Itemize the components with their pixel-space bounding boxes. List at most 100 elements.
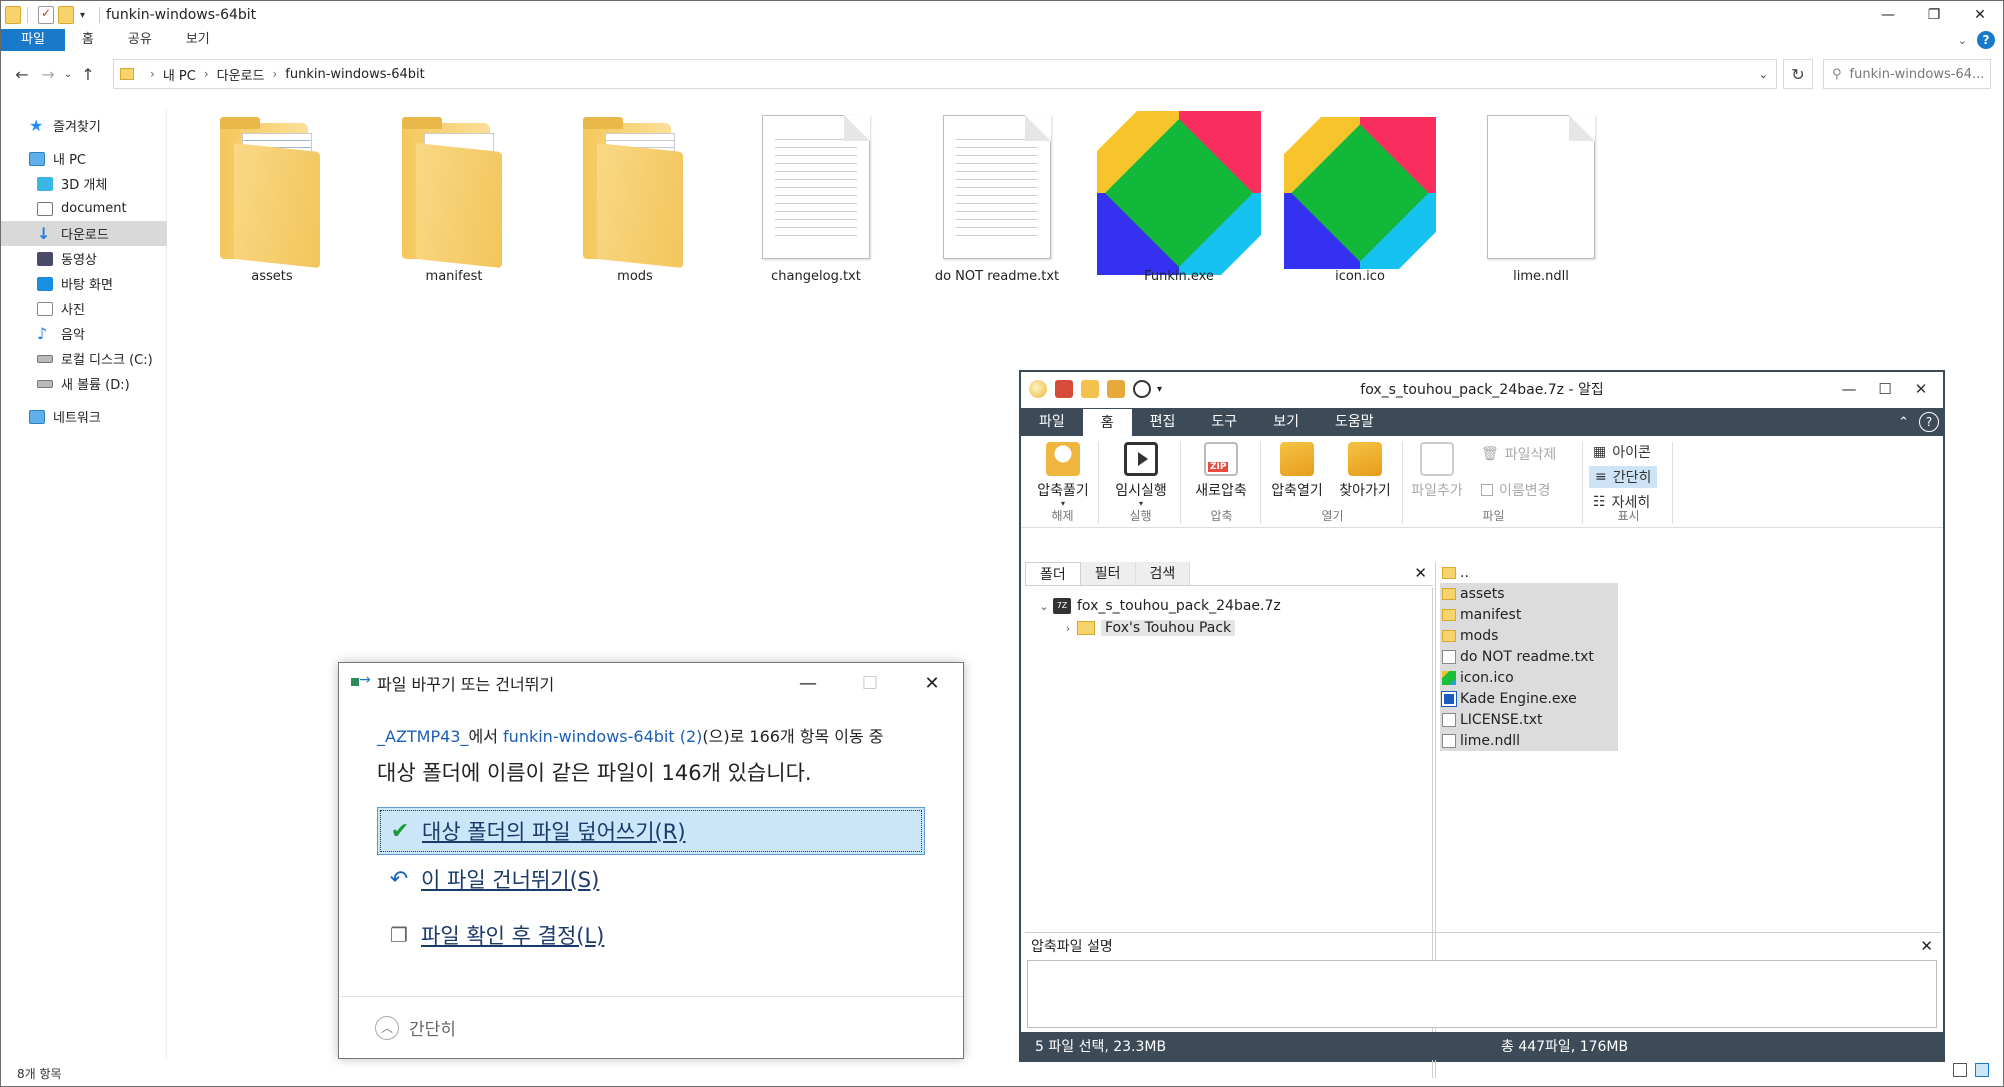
nav-item-favorites[interactable]: ★ 즐겨찾기 xyxy=(1,113,167,138)
zip-icon[interactable] xyxy=(1055,380,1073,398)
file-item-folder[interactable]: manifest xyxy=(370,111,538,291)
list-item[interactable]: lime.ndll xyxy=(1440,730,1618,751)
nav-item-music[interactable]: ♪ 음악 xyxy=(1,321,167,346)
back-button[interactable]: ← xyxy=(9,65,35,84)
list-item[interactable]: do NOT readme.txt xyxy=(1440,646,1618,667)
chevron-right-icon[interactable]: › xyxy=(1059,622,1077,635)
recent-locations-icon[interactable]: ⌄ xyxy=(61,69,75,80)
search-input[interactable]: ⚲ funkin-windows-64... xyxy=(1823,59,1991,89)
large-icons-view-icon[interactable] xyxy=(1975,1063,1989,1077)
temp-run-button[interactable]: 임시실행 ▾ xyxy=(1109,442,1173,508)
archive-description-textarea[interactable] xyxy=(1027,960,1937,1028)
tab-share[interactable]: 공유 xyxy=(111,29,169,51)
nav-item-videos[interactable]: 동영상 xyxy=(1,246,167,271)
restore-button[interactable]: ❐ xyxy=(1911,1,1957,29)
close-icon[interactable]: ✕ xyxy=(1920,937,1933,955)
maximize-button[interactable]: ☐ xyxy=(839,663,901,703)
file-item-ico[interactable]: icon.ico xyxy=(1276,111,1444,291)
properties-icon[interactable] xyxy=(38,6,54,24)
forward-button[interactable]: → xyxy=(35,65,61,84)
file-item-folder[interactable]: assets xyxy=(188,111,356,291)
minimize-button[interactable]: — xyxy=(1831,372,1867,406)
file-item-text[interactable]: do NOT readme.txt xyxy=(913,111,1081,291)
view-icon-button[interactable]: ▦ 아이콘 xyxy=(1593,442,1651,462)
file-item-text[interactable]: changelog.txt xyxy=(732,111,900,291)
close-button[interactable]: ✕ xyxy=(901,663,963,703)
help-icon[interactable]: ? xyxy=(1977,31,1995,49)
tab-edit[interactable]: 편집 xyxy=(1132,408,1194,436)
folder-open-icon[interactable] xyxy=(1081,380,1099,398)
address-dropdown-icon[interactable]: ⌄ xyxy=(1759,68,1768,81)
minimize-button[interactable]: — xyxy=(1865,1,1911,29)
list-item[interactable]: icon.ico xyxy=(1440,667,1618,688)
list-item[interactable]: Kade Engine.exe xyxy=(1440,688,1618,709)
nav-item-network[interactable]: 네트워크 xyxy=(1,404,167,429)
tab-view[interactable]: 보기 xyxy=(1255,408,1317,436)
file-item-folder[interactable]: mods xyxy=(551,111,719,291)
tab-home[interactable]: 홈 xyxy=(65,29,111,51)
tab-tools[interactable]: 도구 xyxy=(1193,408,1255,436)
delete-file-button[interactable]: 🗑 파일삭제 xyxy=(1481,444,1556,464)
tab-folder[interactable]: 폴더 xyxy=(1025,562,1081,585)
close-button[interactable]: ✕ xyxy=(1957,1,2003,29)
tab-view[interactable]: 보기 xyxy=(169,29,227,51)
go-to-button[interactable]: 찾아가기 xyxy=(1333,442,1397,500)
nav-item-document[interactable]: document xyxy=(1,196,167,221)
close-button[interactable]: ✕ xyxy=(1903,372,1939,406)
list-item[interactable]: .. xyxy=(1440,562,1618,583)
up-button[interactable]: ↑ xyxy=(75,65,101,84)
file-item-blank[interactable]: lime.ndll xyxy=(1457,111,1625,291)
collapse-ribbon-icon[interactable]: ⌃ xyxy=(1898,415,1909,430)
fewer-details-button[interactable]: ︿ 간단히 xyxy=(339,996,963,1058)
details-view-icon[interactable] xyxy=(1953,1063,1967,1077)
rename-button[interactable]: 이름변경 xyxy=(1481,480,1551,500)
extract-icon[interactable] xyxy=(1107,380,1125,398)
view-simple-button[interactable]: ≡ 간단히 xyxy=(1589,466,1658,488)
help-icon[interactable]: ? xyxy=(1919,412,1939,432)
file-item-exe[interactable]: Funkin.exe xyxy=(1095,111,1263,291)
breadcrumb-current-folder[interactable]: funkin-windows-64bit xyxy=(285,67,424,82)
tab-file[interactable]: 파일 xyxy=(1,29,65,51)
tab-filter[interactable]: 필터 xyxy=(1080,562,1136,585)
list-item[interactable]: LICENSE.txt xyxy=(1440,709,1618,730)
tab-search[interactable]: 검색 xyxy=(1135,562,1191,585)
play-icon[interactable] xyxy=(1133,380,1151,398)
tree-node-folder[interactable]: › Fox's Touhou Pack xyxy=(1059,620,1236,636)
new-folder-icon[interactable] xyxy=(58,6,74,24)
tree-node-archive[interactable]: ⌄ 7Z fox_s_touhou_pack_24bae.7z xyxy=(1035,598,1281,614)
close-pane-icon[interactable]: ✕ xyxy=(1414,564,1427,582)
replace-files-option[interactable]: ✔ 대상 폴더의 파일 덮어쓰기(R) xyxy=(377,807,925,855)
tab-home[interactable]: 홈 xyxy=(1082,408,1132,436)
destination-folder-link[interactable]: funkin-windows-64bit (2) xyxy=(503,727,702,746)
address-bar[interactable]: › 내 PC › 다운로드 › funkin-windows-64bit ⌄ xyxy=(113,59,1777,89)
chevron-down-icon[interactable]: ⌄ xyxy=(1035,600,1053,613)
extract-button[interactable]: 압축풀기 ▾ xyxy=(1031,442,1095,508)
tab-help[interactable]: 도움말 xyxy=(1317,408,1392,436)
tab-file[interactable]: 파일 xyxy=(1021,408,1083,436)
skip-files-option[interactable]: ↶ 이 파일 건너뛰기(S) xyxy=(377,855,925,903)
minimize-button[interactable]: — xyxy=(777,663,839,703)
refresh-button[interactable]: ↻ xyxy=(1783,59,1813,89)
maximize-button[interactable]: ☐ xyxy=(1867,372,1903,406)
breadcrumb-separator[interactable]: › xyxy=(272,67,277,81)
nav-item-desktop[interactable]: 바탕 화면 xyxy=(1,271,167,296)
source-folder-link[interactable]: _AZTMP43_ xyxy=(377,727,469,746)
nav-item-pictures[interactable]: 사진 xyxy=(1,296,167,321)
list-item[interactable]: assets xyxy=(1440,583,1618,604)
nav-item-local-disk-c[interactable]: 로컬 디스크 (C:) xyxy=(1,346,167,371)
breadcrumb-downloads[interactable]: 다운로드 xyxy=(217,65,265,84)
nav-item-new-volume-d[interactable]: 새 볼륨 (D:) xyxy=(1,371,167,396)
quick-access-dropdown-icon[interactable]: ▾ xyxy=(1157,384,1162,395)
new-archive-button[interactable]: 새로압축 xyxy=(1189,442,1253,500)
add-file-button[interactable]: 파일추가 xyxy=(1405,442,1469,500)
list-item[interactable]: manifest xyxy=(1440,604,1618,625)
breadcrumb-separator[interactable]: › xyxy=(204,67,209,81)
quick-access-dropdown-icon[interactable]: ▾ xyxy=(80,10,85,21)
nav-item-3d-objects[interactable]: 3D 개체 xyxy=(1,171,167,196)
breadcrumb-this-pc[interactable]: 내 PC xyxy=(163,65,196,84)
breadcrumb-separator[interactable]: › xyxy=(150,67,155,81)
alzip-logo-icon[interactable] xyxy=(1029,380,1047,398)
list-item[interactable]: mods xyxy=(1440,625,1618,646)
nav-item-this-pc[interactable]: 내 PC xyxy=(1,146,167,171)
expand-ribbon-icon[interactable]: ⌄ xyxy=(1958,34,1967,47)
